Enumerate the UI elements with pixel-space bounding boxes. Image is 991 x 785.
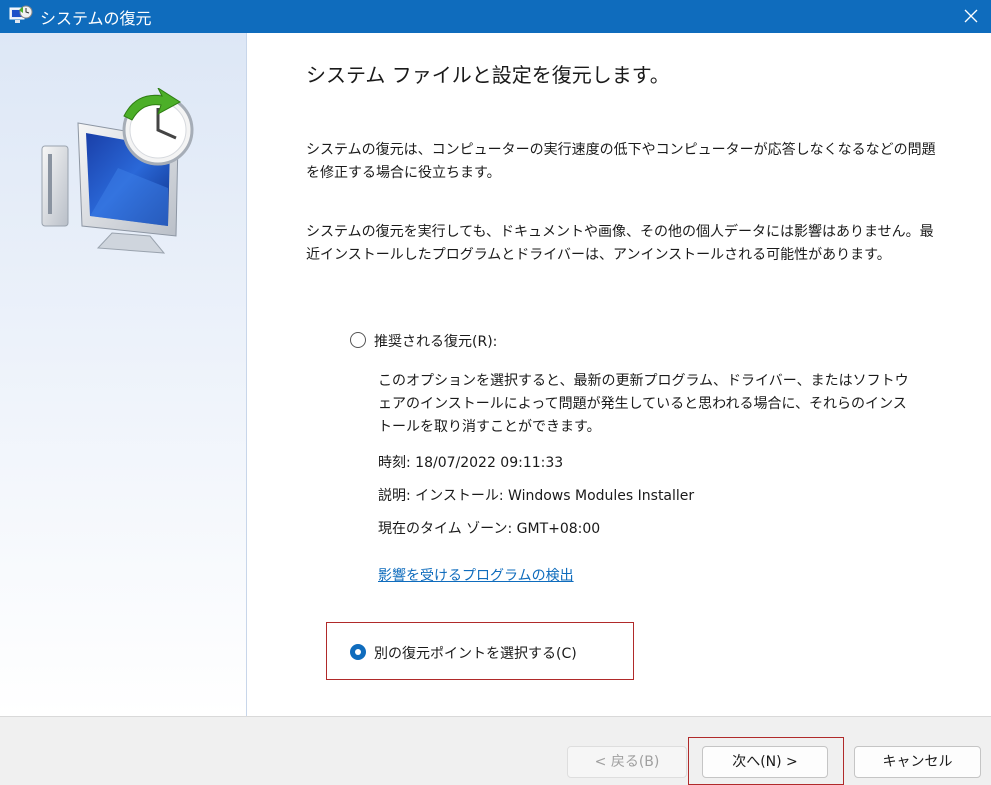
choose-restore-point-radio[interactable]	[350, 644, 366, 660]
main-content: システム ファイルと設定を復元します。 システムの復元は、コンピューターの実行速…	[306, 33, 966, 716]
system-restore-illustration-icon	[40, 86, 205, 258]
button-bar: < 戻る(B) 次へ(N) > キャンセル	[0, 716, 991, 785]
close-icon	[964, 9, 978, 23]
system-restore-icon	[8, 4, 34, 26]
back-button[interactable]: < 戻る(B)	[567, 746, 687, 778]
recommended-restore-label: 推奨される復元(R):	[374, 334, 498, 350]
next-button[interactable]: 次へ(N) >	[702, 746, 828, 778]
info-paragraph: システムの復元を実行しても、ドキュメントや画像、その他の個人データには影響はあり…	[306, 224, 934, 263]
window-title: システムの復元	[40, 9, 152, 28]
cancel-button[interactable]: キャンセル	[854, 746, 981, 778]
choose-restore-point-label: 別の復元ポイントを選択する(C)	[374, 646, 577, 662]
title-bar: システムの復元	[0, 0, 991, 33]
sidebar-panel	[0, 33, 247, 716]
recommended-restore-description: このオプションを選択すると、最新の更新プログラム、ドライバー、またはソフトウェア…	[378, 373, 909, 435]
intro-paragraph: システムの復元は、コンピューターの実行速度の低下やコンピューターが応答しなくなる…	[306, 142, 936, 181]
restore-description: 説明: インストール: Windows Modules Installer	[378, 488, 695, 504]
recommended-restore-option[interactable]: 推奨される復元(R):	[350, 329, 550, 351]
page-title: システム ファイルと設定を復元します。	[306, 63, 670, 87]
recommended-restore-radio[interactable]	[350, 332, 366, 348]
restore-timezone: 現在のタイム ゾーン: GMT+08:00	[378, 521, 601, 537]
scan-affected-programs-link[interactable]: 影響を受けるプログラムの検出	[378, 565, 574, 585]
choose-restore-point-option[interactable]: 別の復元ポイントを選択する(C)	[350, 641, 630, 663]
restore-time: 時刻: 18/07/2022 09:11:33	[378, 455, 564, 471]
close-button[interactable]	[951, 0, 991, 33]
